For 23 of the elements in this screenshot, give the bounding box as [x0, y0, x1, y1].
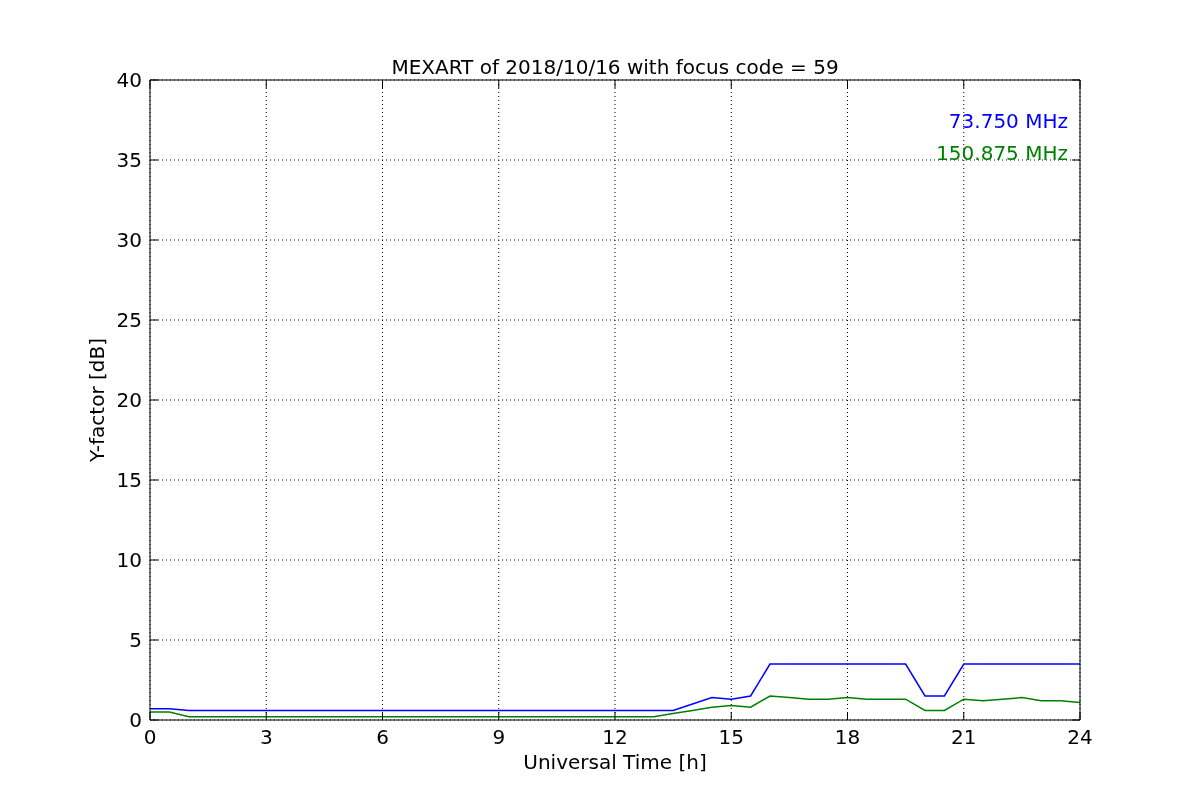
tick-label: 0	[129, 708, 142, 732]
tick-label: 20	[116, 388, 142, 412]
tick-label: 15	[718, 725, 744, 749]
tick-label: 18	[834, 725, 861, 749]
tick-label: 0	[143, 725, 157, 749]
axis-label: Y-factor [dB]	[85, 338, 109, 462]
tick-label: 25	[116, 308, 142, 332]
tick-label: 24	[1067, 725, 1093, 749]
tick-label: 5	[129, 628, 142, 652]
tick-label: 40	[116, 68, 142, 92]
tick-label: 15	[116, 468, 142, 492]
tick-label: 21	[951, 725, 977, 749]
legend-label: 150.875 MHz	[936, 141, 1068, 165]
tick-label: 9	[492, 725, 506, 749]
tick-label: 35	[116, 148, 142, 172]
tick-label: 6	[376, 725, 389, 749]
chart-title: MEXART of 2018/10/16 with focus code = 59	[391, 55, 839, 79]
tick-label: 12	[602, 725, 628, 749]
tick-label: 30	[116, 228, 142, 252]
axis-label: Universal Time [h]	[523, 750, 707, 774]
tick-label: 10	[116, 548, 142, 572]
tick-label: 3	[259, 725, 273, 749]
legend-label: 73.750 MHz	[948, 109, 1068, 133]
